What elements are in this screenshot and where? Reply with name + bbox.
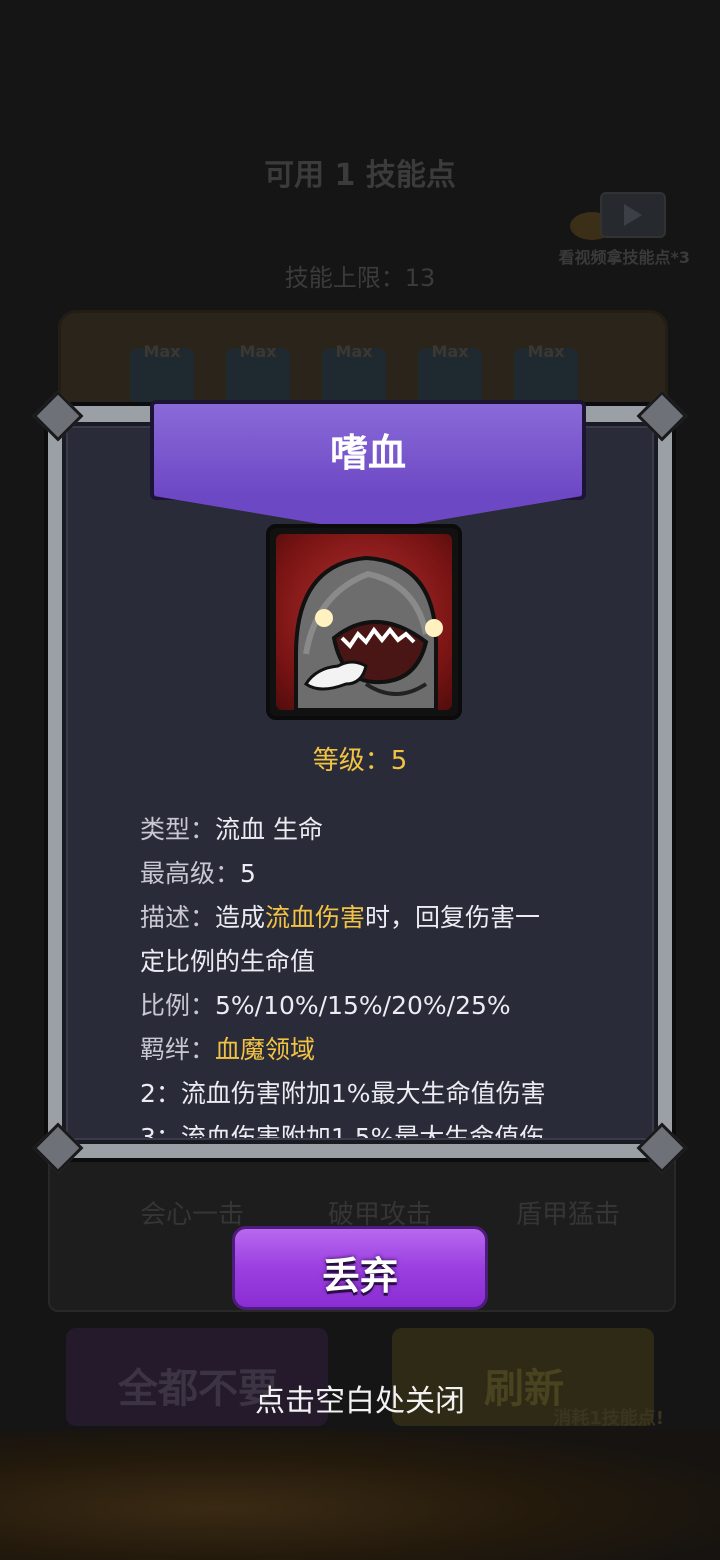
- skill-title: 嗜血: [329, 431, 406, 475]
- max-level-row: 最高级：5: [140, 852, 580, 896]
- bond-effect-2: 3：流血伤害附加1.5%最大生命值伤: [140, 1123, 545, 1138]
- skill-info[interactable]: 类型：流血 生命 最高级：5 描述：造成流血伤害时，回复伤害一 定比例的生命值 …: [140, 808, 580, 1138]
- skill-choice-name: 盾甲猛击: [515, 1200, 620, 1230]
- close-hint[interactable]: 点击空白处关闭: [0, 1376, 720, 1420]
- ratio-value: 5%/10%/15%/20%/25%: [215, 991, 511, 1020]
- type-label: 类型：: [140, 815, 216, 844]
- type-row: 类型：流血 生命: [140, 808, 580, 852]
- bloodthirst-monster-icon: [276, 534, 452, 710]
- discard-button[interactable]: 丢弃: [232, 1226, 488, 1310]
- discard-button-label: 丢弃: [321, 1254, 398, 1298]
- description-text: 时，回复伤害一: [365, 903, 541, 932]
- bond-row: 羁绊：血魔领域: [140, 1028, 580, 1072]
- description-text: 造成: [215, 903, 266, 932]
- max-label: Max: [431, 342, 469, 361]
- description-row: 描述：造成流血伤害时，回复伤害一: [140, 896, 580, 940]
- description-highlight: 流血伤害: [265, 903, 366, 932]
- gold-pile: [0, 1430, 720, 1560]
- max-label: Max: [239, 342, 277, 361]
- type-value: 流血 生命: [215, 815, 323, 844]
- ratio-row: 比例：5%/10%/15%/20%/25%: [140, 984, 580, 1028]
- video-reward-icon: [600, 192, 666, 238]
- level-value: 5: [390, 746, 408, 776]
- bond-value: 血魔领域: [215, 1035, 316, 1064]
- level-label: 等级：: [312, 746, 391, 776]
- max-label: Max: [527, 342, 565, 361]
- max-label: Max: [335, 342, 373, 361]
- title-ribbon: 嗜血: [150, 400, 586, 500]
- ratio-label: 比例：: [140, 991, 216, 1020]
- max-level-label: 最高级：: [140, 859, 241, 888]
- level-line: 等级：5: [0, 740, 720, 777]
- skill-icon: [266, 524, 462, 720]
- bond-label: 羁绊：: [140, 1035, 216, 1064]
- available-points-text: 可用 1 技能点: [264, 158, 456, 193]
- max-label: Max: [143, 342, 181, 361]
- description-label: 描述：: [140, 903, 216, 932]
- bond-effect-1: 2：流血伤害附加1%最大生命值伤害: [140, 1079, 546, 1108]
- max-level-value: 5: [240, 859, 256, 888]
- description-line2: 定比例的生命值: [140, 947, 316, 976]
- video-reward-label: 看视频拿技能点*3: [558, 248, 690, 267]
